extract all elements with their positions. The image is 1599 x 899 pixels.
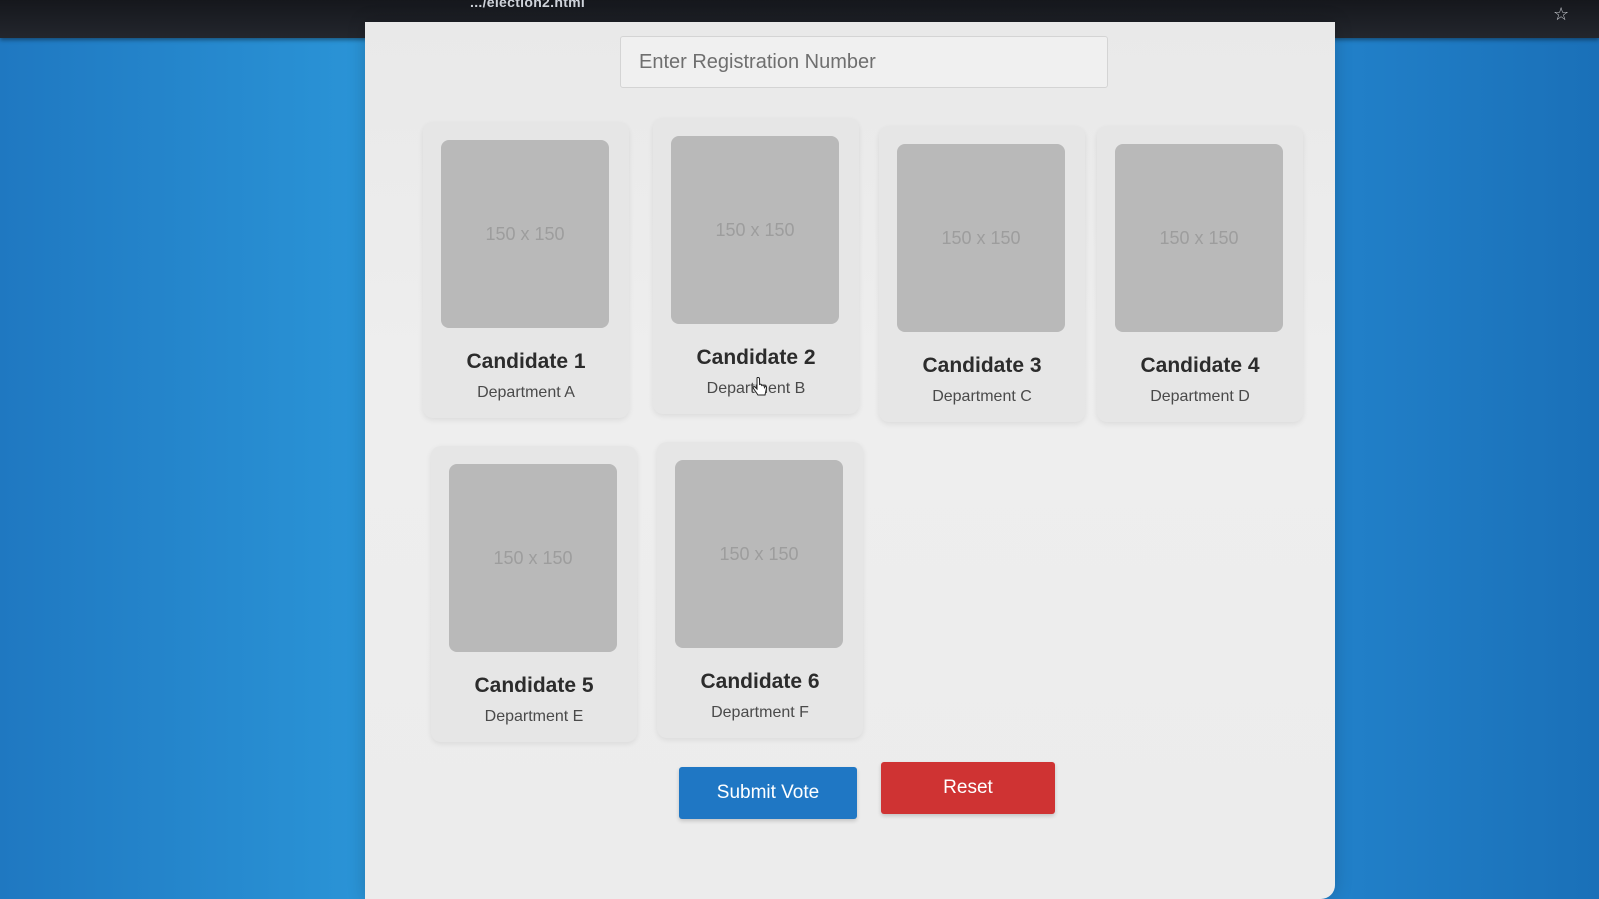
candidate-card-1[interactable]: 150 x 150 Candidate 1 Department A — [423, 122, 629, 418]
candidate-card-4[interactable]: 150 x 150 Candidate 4 Department D — [1097, 126, 1303, 422]
registration-number-input[interactable] — [620, 36, 1108, 88]
candidate-card-2[interactable]: 150 x 150 Candidate 2 Department B — [653, 118, 859, 414]
photo-placeholder-label: 150 x 150 — [715, 219, 795, 240]
candidate-photo-placeholder: 150 x 150 — [897, 144, 1065, 332]
candidate-department: Department F — [711, 704, 809, 721]
candidate-card-6[interactable]: 150 x 150 Candidate 6 Department F — [657, 442, 863, 738]
candidate-photo-placeholder: 150 x 150 — [449, 464, 617, 652]
candidate-name: Candidate 3 — [922, 354, 1042, 377]
photo-placeholder-label: 150 x 150 — [1159, 227, 1239, 248]
candidate-department: Department D — [1150, 388, 1250, 405]
reset-button[interactable]: Reset — [881, 762, 1055, 814]
candidate-card-3[interactable]: 150 x 150 Candidate 3 Department C — [879, 126, 1085, 422]
submit-vote-button[interactable]: Submit Vote — [679, 767, 857, 819]
photo-placeholder-label: 150 x 150 — [719, 543, 799, 564]
candidate-photo-placeholder: 150 x 150 — [675, 460, 843, 648]
photo-placeholder-label: 150 x 150 — [485, 223, 565, 244]
candidate-card-5[interactable]: 150 x 150 Candidate 5 Department E — [431, 446, 637, 742]
candidate-photo-placeholder: 150 x 150 — [441, 140, 609, 328]
candidate-department: Department E — [484, 708, 584, 725]
candidate-name: Candidate 6 — [700, 670, 820, 693]
candidate-photo-placeholder: 150 x 150 — [671, 136, 839, 324]
star-icon[interactable]: ☆ — [1553, 6, 1571, 24]
candidate-name: Candidate 4 — [1140, 354, 1260, 377]
photo-placeholder-label: 150 x 150 — [493, 547, 573, 568]
candidate-name: Candidate 1 — [466, 350, 586, 373]
candidate-department: Department B — [706, 380, 806, 397]
voting-panel: 150 x 150 Candidate 1 Department A 150 x… — [365, 22, 1335, 899]
candidate-photo-placeholder: 150 x 150 — [1115, 144, 1283, 332]
url-text[interactable]: .../election2.html — [470, 0, 585, 10]
candidate-department: Department A — [477, 384, 575, 401]
candidate-name: Candidate 2 — [696, 346, 816, 369]
candidate-department: Department C — [932, 388, 1032, 405]
candidate-name: Candidate 5 — [474, 674, 594, 697]
photo-placeholder-label: 150 x 150 — [941, 227, 1021, 248]
